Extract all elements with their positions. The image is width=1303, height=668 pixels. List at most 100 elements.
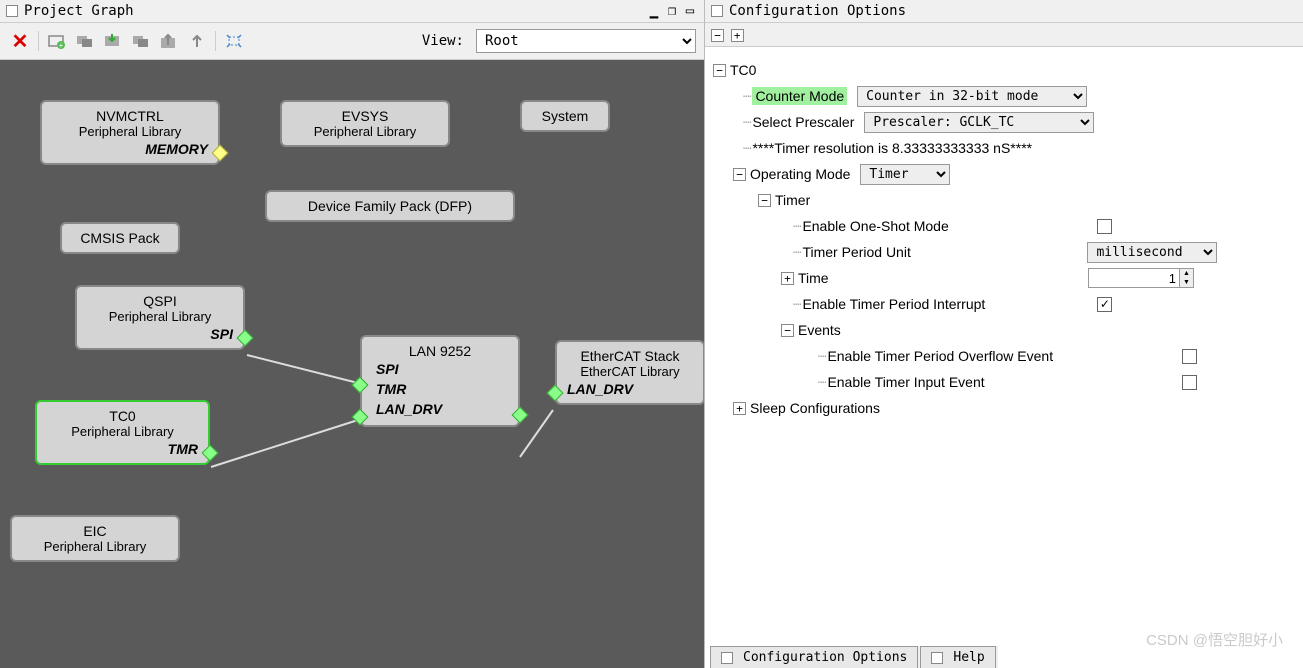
timer-label: Timer [775, 192, 810, 208]
port-icon[interactable] [237, 330, 254, 347]
node-system[interactable]: System [520, 100, 610, 132]
node-title: TC0 [47, 408, 198, 424]
interrupt-checkbox[interactable]: ✓ [1097, 297, 1112, 312]
operating-mode-label: Operating Mode [750, 166, 850, 182]
prescaler-select[interactable]: Prescaler: GCLK_TC [864, 112, 1094, 133]
config-tree: − TC0 ┈ Counter Mode Counter in 32-bit m… [705, 47, 1303, 668]
node-title: EVSYS [292, 108, 438, 124]
period-unit-select[interactable]: millisecond [1087, 242, 1217, 263]
port-label: TMR [376, 379, 504, 399]
node-title: NVMCTRL [52, 108, 208, 124]
overflow-event-label: Enable Timer Period Overflow Event [827, 348, 1182, 364]
port-icon[interactable] [512, 407, 529, 424]
tree-toggle[interactable]: + [781, 272, 794, 285]
node-title: EIC [22, 523, 168, 539]
export-icon[interactable] [157, 30, 181, 52]
tree-toggle[interactable]: − [781, 324, 794, 337]
node-dfp[interactable]: Device Family Pack (DFP) [265, 190, 515, 222]
close-icon[interactable]: ✕ [8, 30, 32, 52]
node-ethercat[interactable]: EtherCAT Stack EtherCAT Library LAN_DRV [555, 340, 704, 405]
node-title: System [532, 108, 598, 124]
project-graph-title: Project Graph [24, 3, 134, 19]
node-qspi[interactable]: QSPI Peripheral Library SPI [75, 285, 245, 350]
tree-toggle[interactable]: − [733, 168, 746, 181]
port-icon[interactable] [352, 409, 369, 426]
node-eic[interactable]: EIC Peripheral Library [10, 515, 180, 562]
panel-checkbox-icon [711, 5, 723, 17]
tree-toggle[interactable]: − [713, 64, 726, 77]
time-input[interactable] [1089, 269, 1179, 287]
view-select[interactable]: Root [476, 29, 696, 53]
operating-mode-select[interactable]: Timer [860, 164, 950, 185]
group-icon[interactable] [73, 30, 97, 52]
graph-toolbar: ✕ + View: Root [0, 23, 704, 60]
spin-down-icon[interactable]: ▼ [1179, 278, 1193, 287]
node-subtitle: Peripheral Library [52, 124, 208, 139]
node-role: SPI [87, 326, 233, 342]
panel-checkbox-icon [6, 5, 18, 17]
time-spinner[interactable]: ▲▼ [1088, 268, 1194, 288]
node-role: MEMORY [52, 141, 208, 157]
port-icon[interactable] [547, 385, 564, 402]
node-evsys[interactable]: EVSYS Peripheral Library [280, 100, 450, 147]
counter-mode-select[interactable]: Counter in 32-bit mode [857, 86, 1087, 107]
input-event-label: Enable Timer Input Event [827, 374, 1182, 390]
counter-mode-label: Counter Mode [752, 87, 847, 105]
node-subtitle: EtherCAT Library [567, 364, 693, 379]
tab-checkbox-icon [931, 652, 943, 664]
tree-toggle[interactable]: + [733, 402, 746, 415]
node-title: CMSIS Pack [72, 230, 168, 246]
node-cmsis[interactable]: CMSIS Pack [60, 222, 180, 254]
tab-help[interactable]: Help [920, 646, 995, 668]
time-label: Time [798, 270, 1088, 286]
node-nvmctrl[interactable]: NVMCTRL Peripheral Library MEMORY [40, 100, 220, 165]
node-role: TMR [47, 441, 198, 457]
node-subtitle: Peripheral Library [47, 424, 198, 439]
copy-icon[interactable] [129, 30, 153, 52]
up-arrow-icon[interactable] [185, 30, 209, 52]
svg-text:+: + [59, 41, 64, 49]
overflow-event-checkbox[interactable] [1182, 349, 1197, 364]
restore-icon[interactable]: ❐ [664, 4, 680, 18]
maximize-icon[interactable]: ▭ [682, 4, 698, 18]
node-subtitle: Peripheral Library [87, 309, 233, 324]
interrupt-label: Enable Timer Period Interrupt [802, 296, 1097, 312]
node-tc0[interactable]: TC0 Peripheral Library TMR [35, 400, 210, 465]
events-label: Events [798, 322, 841, 338]
expand-all-icon[interactable]: + [731, 29, 744, 42]
port-icon[interactable] [352, 377, 369, 394]
node-title: QSPI [87, 293, 233, 309]
period-unit-label: Timer Period Unit [802, 244, 1087, 260]
node-role: LAN_DRV [567, 381, 693, 397]
oneshot-label: Enable One-Shot Mode [802, 218, 1097, 234]
spin-up-icon[interactable]: ▲ [1179, 269, 1193, 278]
node-title: LAN 9252 [376, 343, 504, 359]
node-subtitle: Peripheral Library [22, 539, 168, 554]
fit-icon[interactable] [222, 30, 246, 52]
resolution-label: ****Timer resolution is 8.33333333333 nS… [752, 140, 1032, 156]
port-icon[interactable] [202, 445, 219, 462]
tree-root-label: TC0 [730, 62, 756, 78]
import-icon[interactable] [101, 30, 125, 52]
add-node-icon[interactable]: + [45, 30, 69, 52]
graph-canvas[interactable]: NVMCTRL Peripheral Library MEMORY EVSYS … [0, 60, 704, 668]
tree-toggle[interactable]: − [758, 194, 771, 207]
config-title: Configuration Options [729, 3, 906, 19]
port-label: SPI [376, 359, 504, 379]
config-title-bar: Configuration Options [705, 0, 1303, 23]
sleep-config-label: Sleep Configurations [750, 400, 880, 416]
port-label: LAN_DRV [376, 399, 504, 419]
oneshot-checkbox[interactable] [1097, 219, 1112, 234]
project-graph-title-bar: Project Graph ▁ ❐ ▭ [0, 0, 704, 23]
collapse-all-icon[interactable]: − [711, 29, 724, 42]
node-title: Device Family Pack (DFP) [277, 198, 503, 214]
watermark: CSDN @悟空胆好小 [1146, 629, 1283, 650]
node-lan9252[interactable]: LAN 9252 SPI TMR LAN_DRV [360, 335, 520, 427]
port-icon[interactable] [212, 145, 229, 162]
input-event-checkbox[interactable] [1182, 375, 1197, 390]
node-subtitle: Peripheral Library [292, 124, 438, 139]
tab-config-options[interactable]: Configuration Options [710, 646, 918, 668]
minimize-icon[interactable]: ▁ [646, 4, 662, 18]
tab-checkbox-icon [721, 652, 733, 664]
bottom-tabs: Configuration Options Help [710, 646, 998, 668]
